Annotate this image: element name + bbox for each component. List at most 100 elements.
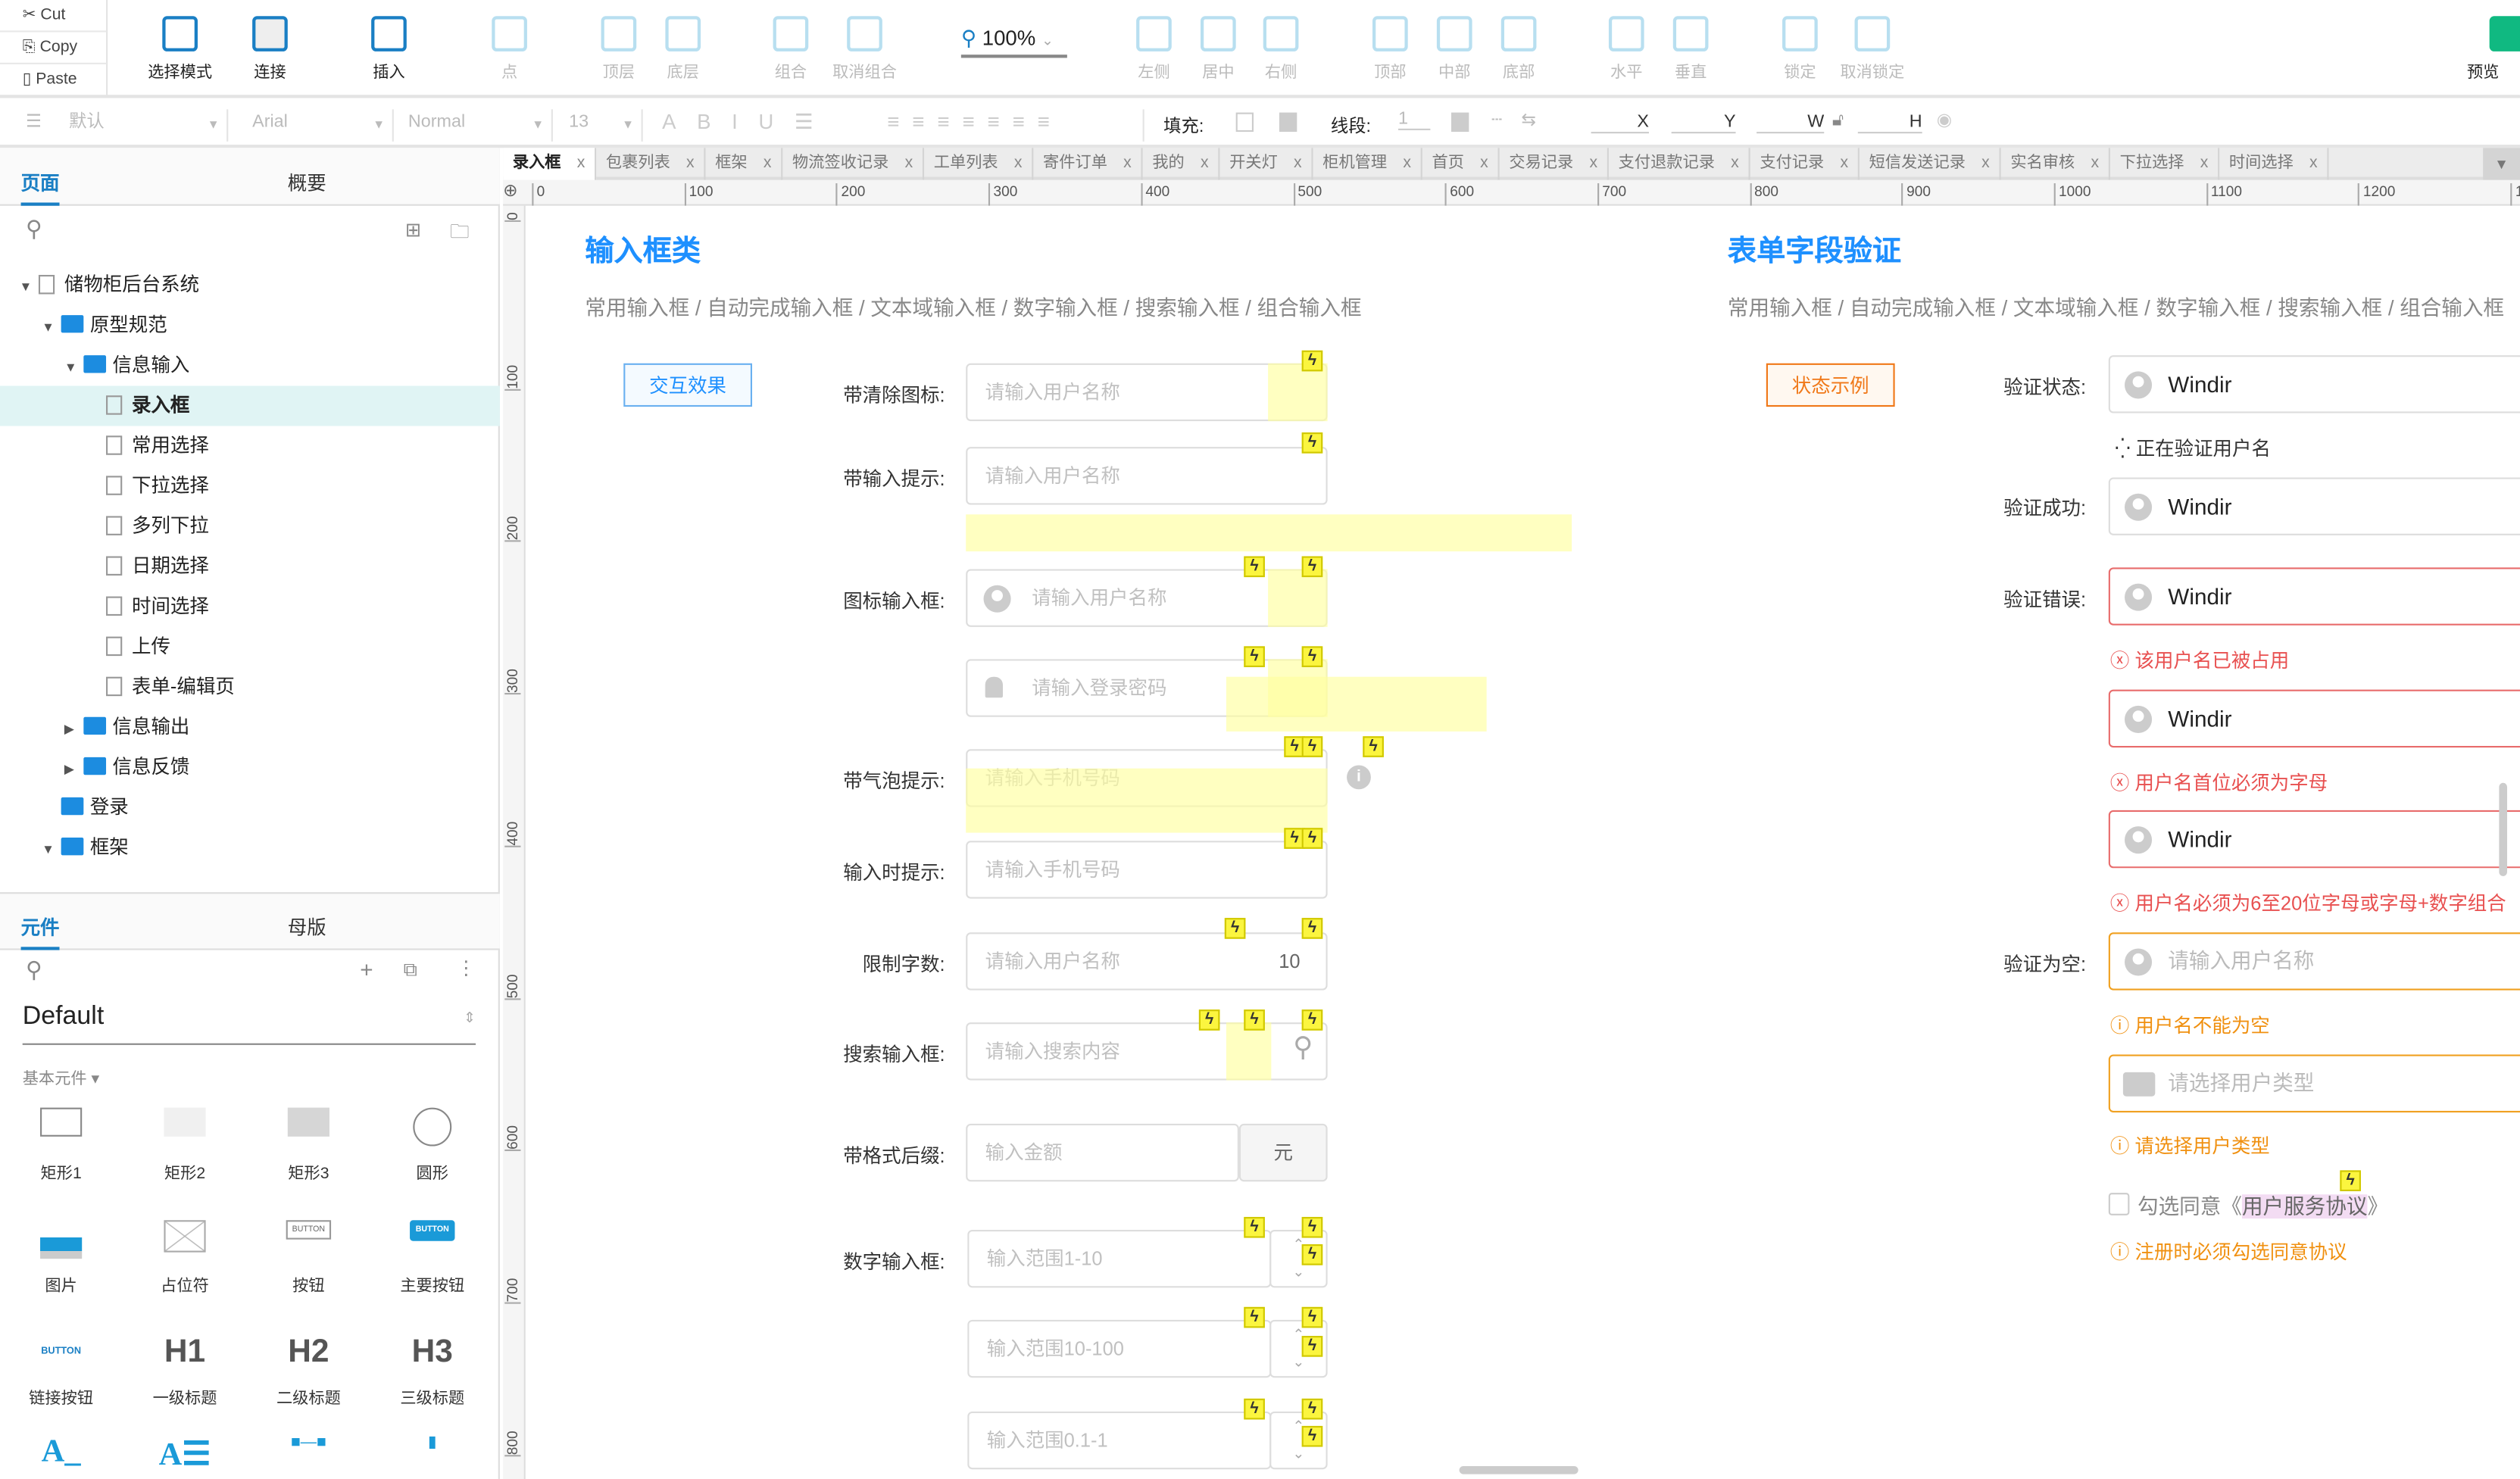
widget-rectangle-light[interactable]: 矩形2 [129, 1107, 242, 1183]
align-right-button[interactable]: 右侧 [1241, 0, 1321, 82]
text-input[interactable]: 请输入搜索内容 ⚲ [966, 1022, 1328, 1081]
horizontal-scrollbar[interactable] [1459, 1465, 1579, 1474]
align-buttons[interactable]: ≡≡≡≡≡≡≡ [887, 109, 1144, 142]
text-input[interactable]: 请输入手机号码 [966, 841, 1328, 899]
lock-ratio-icon[interactable]: 🔓︎ [1832, 111, 1844, 132]
tree-item[interactable]: 上传 [0, 627, 500, 667]
text-input[interactable]: 请输入用户名称 10 [966, 932, 1328, 991]
close-icon[interactable]: x [1840, 148, 1848, 179]
tree-item[interactable]: 表单-编辑页 [0, 667, 500, 707]
lightning-icon[interactable]: ϟ [1224, 918, 1246, 939]
tab-9[interactable]: 首页 x [1422, 148, 1500, 180]
chevron-down-icon[interactable]: ▼ [19, 267, 38, 307]
zoom-select[interactable]: ⚲ 100% ⌄ [960, 26, 1067, 58]
tab-0[interactable]: 录入框 x [503, 148, 597, 180]
line-color-button[interactable] [1450, 112, 1469, 133]
close-icon[interactable]: x [1014, 148, 1023, 179]
lightning-icon[interactable]: ϟ [1301, 646, 1323, 667]
vertical-line-icon[interactable]: ▮ [376, 1434, 489, 1452]
tree-item[interactable]: 登录 [0, 788, 500, 828]
text-label-icon[interactable]: A_ [5, 1434, 117, 1471]
tabs-overflow-button[interactable]: ▼ [2483, 148, 2520, 180]
tab-widgets[interactable]: 元件 [20, 913, 60, 950]
widget-placeholder[interactable]: 占位符 [129, 1220, 242, 1296]
weight-select[interactable]: Normal [401, 109, 553, 142]
tree-item[interactable]: ▼ 信息输入 [0, 345, 500, 385]
tree-item[interactable]: 日期选择 [0, 547, 500, 587]
send-back-button[interactable]: 底层 [643, 0, 723, 82]
widget-circle[interactable]: 圆形 [376, 1107, 489, 1183]
lightning-icon[interactable]: ϟ [1244, 1398, 1265, 1420]
text-input[interactable]: 输入范围1-10 [967, 1229, 1272, 1288]
search-icon[interactable]: ⚲ [26, 215, 42, 242]
tab-15[interactable]: 下拉选择 x [2110, 148, 2220, 180]
lightning-icon[interactable]: ϟ [1301, 828, 1323, 849]
widget-image[interactable]: 图片 [5, 1220, 117, 1296]
lightning-icon[interactable]: ϟ [1301, 1398, 1323, 1420]
distribute-v-button[interactable]: 垂直 [1650, 0, 1731, 82]
widget-link-button[interactable]: BUTTON 链接按钮 [5, 1333, 117, 1409]
lightning-icon[interactable]: ϟ [1301, 918, 1323, 939]
validating-input[interactable]: Windir [2108, 355, 2520, 413]
tab-masters[interactable]: 母版 [288, 913, 326, 941]
lightning-icon[interactable]: ϟ [1301, 432, 1323, 454]
add-library-icon[interactable]: + [360, 956, 373, 982]
close-icon[interactable]: x [1123, 148, 1132, 179]
vertical-scrollbar[interactable] [2499, 782, 2508, 876]
error-input[interactable]: Windir [2108, 567, 2520, 626]
cut-button[interactable]: ✂ Cut [0, 0, 107, 33]
lightning-icon[interactable]: ϟ [1301, 1306, 1323, 1328]
text-style-buttons[interactable]: ABIU☰ [662, 109, 834, 135]
close-icon[interactable]: x [905, 148, 913, 179]
lightning-icon[interactable]: ϟ [1301, 736, 1323, 757]
tab-3[interactable]: 物流签收记录 x [782, 148, 925, 180]
tab-7[interactable]: 开关灯 x [1219, 148, 1313, 180]
lightning-icon[interactable]: ϟ [1244, 556, 1265, 578]
lightning-icon[interactable]: ϟ [1301, 350, 1323, 372]
tab-2[interactable]: 框架 x [705, 148, 783, 180]
success-input[interactable]: Windir [2108, 477, 2520, 535]
insert-button[interactable]: 插入 [348, 0, 429, 82]
tab-1[interactable]: 包裹列表 x [596, 148, 706, 180]
tree-item[interactable]: 多列下拉 [0, 507, 500, 547]
tab-outline[interactable]: 概要 [288, 169, 326, 196]
lightning-icon[interactable]: ϟ [1244, 646, 1265, 667]
y-input[interactable]: Y [1671, 113, 1736, 134]
point-button[interactable]: 点 [470, 0, 550, 82]
copy-button[interactable]: ⎘ Copy [0, 32, 107, 64]
widget-rectangle[interactable]: 矩形1 [5, 1107, 117, 1183]
empty-input[interactable]: 请输入用户名称 [2108, 932, 2520, 991]
tree-item[interactable]: ▼ 原型规范 [0, 305, 500, 345]
text-input[interactable]: 输入范围10-100 [967, 1319, 1272, 1378]
lightning-icon[interactable]: ϟ [1301, 1216, 1323, 1238]
text-input[interactable]: 请输入用户名称 [966, 447, 1328, 505]
category-toggle[interactable]: 基本元件 ▾ [23, 1064, 99, 1088]
tab-13[interactable]: 短信发送记录 x [1860, 148, 2001, 180]
lightning-icon[interactable]: ϟ [1301, 1425, 1323, 1447]
close-icon[interactable]: x [1981, 148, 1990, 179]
lightning-icon[interactable]: ϟ [1244, 1009, 1265, 1031]
close-icon[interactable]: x [763, 148, 772, 179]
widget-search-icon[interactable]: ⚲ [26, 956, 42, 984]
tree-item[interactable]: ▼ 框架 [0, 828, 500, 868]
paste-button[interactable]: ▯ Paste [0, 64, 106, 96]
style-select[interactable]: ☰ 默认 [19, 109, 229, 142]
visibility-icon[interactable]: ◉ [1937, 109, 1952, 129]
tree-item[interactable]: 下拉选择 [0, 466, 500, 507]
tab-12[interactable]: 支付记录 x [1750, 148, 1860, 180]
lightning-icon[interactable]: ϟ [1301, 1336, 1323, 1357]
lightning-icon[interactable]: ϟ [2340, 1170, 2361, 1191]
library-copy-icon[interactable]: ⧉ [404, 958, 417, 982]
close-icon[interactable]: x [686, 148, 695, 179]
text-input[interactable]: 输入金额 [966, 1123, 1239, 1182]
fill-color-button[interactable] [1235, 112, 1254, 133]
more-options-icon[interactable]: ⋮ [457, 956, 476, 979]
preview-button[interactable]: 预览 [2467, 0, 2520, 82]
tab-11[interactable]: 支付退款记录 x [1609, 148, 1750, 180]
widget-button[interactable]: BUTTON 按钮 [252, 1220, 365, 1296]
close-icon[interactable]: x [2200, 148, 2209, 179]
chevron-right-icon[interactable]: ▶ [64, 709, 83, 749]
align-bottom-button[interactable]: 底部 [1479, 0, 1559, 82]
lightning-icon[interactable]: ϟ [1198, 1009, 1220, 1031]
chevron-down-icon[interactable]: ▼ [64, 348, 83, 388]
